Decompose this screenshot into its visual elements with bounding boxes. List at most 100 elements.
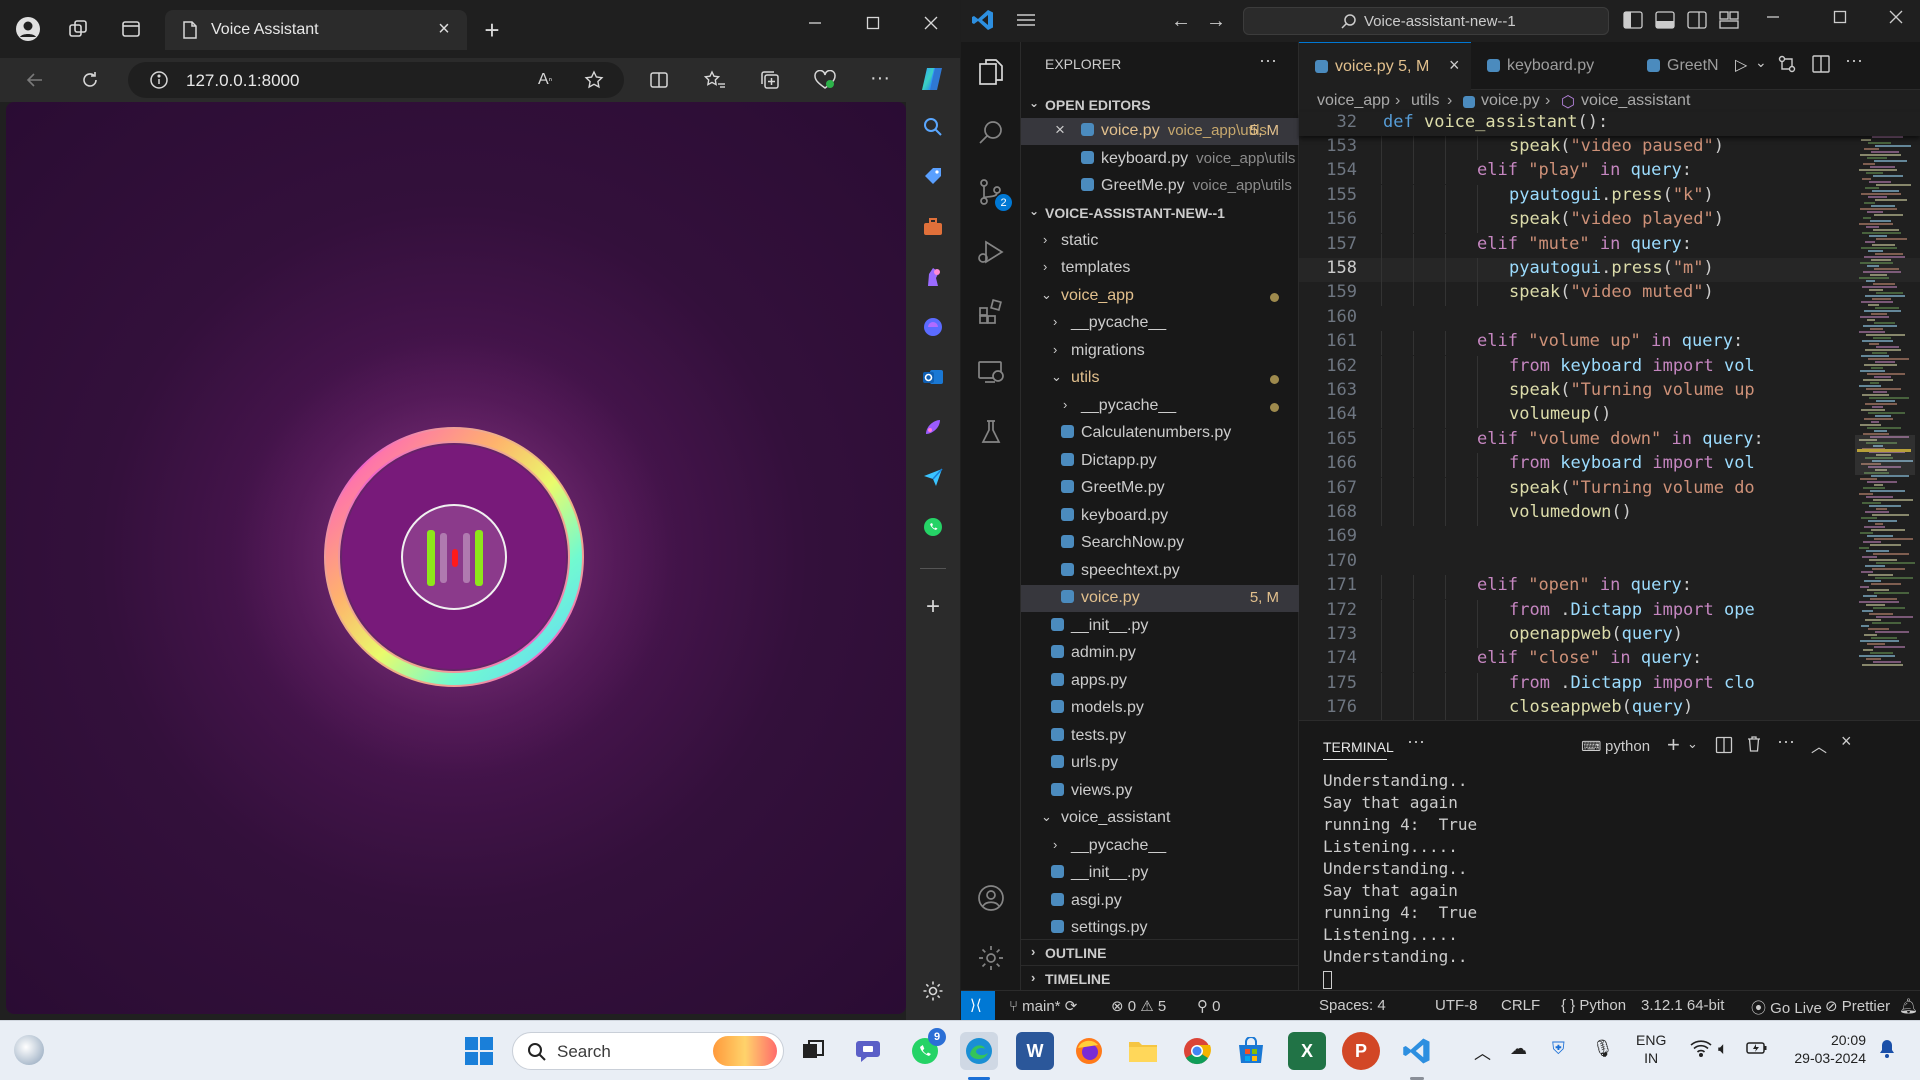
terminal-shell-label[interactable]: python <box>1605 738 1650 755</box>
tree-file[interactable]: __init__.py <box>1021 860 1299 887</box>
breadcrumb-folder[interactable]: utils <box>1411 92 1439 110</box>
outline-section[interactable]: › OUTLINE <box>1021 939 1299 965</box>
editor-tab[interactable]: GreetN <box>1631 42 1731 90</box>
close-tab-icon[interactable]: × <box>431 16 457 42</box>
sticky-scroll-line[interactable]: 32 def voice_assistant(): <box>1299 112 1920 136</box>
golive-status[interactable]: ⦿ Go Live <box>1751 997 1822 1018</box>
more-options-icon[interactable]: ··· <box>865 63 895 93</box>
microphone-icon[interactable]: 🎙︎ <box>1592 1039 1614 1059</box>
show-hidden-icons-icon[interactable]: ︿ <box>1474 1039 1491 1064</box>
code-line[interactable]: 161 elif "volume up" in query: <box>1299 331 1920 356</box>
toggle-panel-icon[interactable] <box>1655 11 1675 34</box>
maximize-panel-icon[interactable]: ︿ <box>1811 733 1827 757</box>
code-line[interactable]: 160 <box>1299 307 1920 331</box>
indent-status[interactable]: Spaces: 4 <box>1319 997 1386 1014</box>
toggle-primary-sidebar-icon[interactable] <box>1623 11 1643 34</box>
send-icon[interactable] <box>918 462 948 492</box>
profile-icon[interactable] <box>13 14 43 44</box>
code-line[interactable]: 170 <box>1299 551 1920 575</box>
menu-icon[interactable] <box>1015 10 1037 35</box>
open-editor-item[interactable]: keyboard.py voice_app\utils <box>1021 146 1299 173</box>
favorites-icon[interactable] <box>700 65 730 95</box>
tree-folder[interactable]: ⌄ voice_app <box>1021 283 1299 310</box>
more-actions-icon[interactable]: ··· <box>1845 50 1863 71</box>
terminal-more-icon[interactable]: ··· <box>1777 731 1795 752</box>
task-view-icon[interactable] <box>794 1032 832 1070</box>
tab-actions-icon[interactable] <box>116 14 146 44</box>
code-line[interactable]: 162 from keyboard import vol <box>1299 355 1920 380</box>
notification-center-icon[interactable] <box>1878 1039 1896 1064</box>
maximize-icon[interactable] <box>858 8 888 38</box>
tree-folder[interactable]: › __pycache__ <box>1021 833 1299 860</box>
start-button[interactable] <box>464 1036 494 1071</box>
tree-folder[interactable]: › __pycache__ <box>1021 393 1299 420</box>
tree-folder[interactable]: › templates <box>1021 255 1299 282</box>
eol-status[interactable]: CRLF <box>1501 997 1540 1014</box>
file-explorer-icon[interactable] <box>1124 1032 1162 1070</box>
close-window-icon[interactable] <box>1889 10 1903 29</box>
tree-file[interactable]: SearchNow.py <box>1021 530 1299 557</box>
tree-file[interactable]: models.py <box>1021 695 1299 722</box>
tree-file[interactable]: keyboard.py <box>1021 503 1299 530</box>
run-debug-icon[interactable] <box>971 232 1011 272</box>
favorite-star-icon[interactable] <box>579 65 609 95</box>
tree-folder[interactable]: › migrations <box>1021 338 1299 365</box>
remote-explorer-icon[interactable] <box>971 352 1011 392</box>
code-line[interactable]: 164 volumeup() <box>1299 404 1920 429</box>
teams-chat-icon[interactable] <box>850 1032 888 1070</box>
chevron-down-icon[interactable]: ⌄ <box>1755 54 1767 71</box>
customize-layout-icon[interactable] <box>1719 11 1739 34</box>
tree-file[interactable]: Calculatenumbers.py <box>1021 420 1299 447</box>
terminal-tab[interactable]: TERMINAL <box>1323 739 1394 755</box>
sidebar-settings-icon[interactable] <box>918 976 948 1006</box>
back-icon[interactable] <box>20 65 50 95</box>
code-line[interactable]: 171 elif "open" in query: <box>1299 575 1920 600</box>
read-aloud-icon[interactable]: Aⁿ <box>530 65 560 95</box>
tree-file[interactable]: settings.py <box>1021 915 1299 942</box>
whatsapp-taskbar-icon[interactable]: 9 <box>906 1028 946 1070</box>
open-editor-item[interactable]: × voice.py voice_app\utils 5, M <box>1021 118 1299 145</box>
add-sidebar-app-icon[interactable]: + <box>918 592 948 622</box>
prettier-status[interactable]: ⊘ Prettier <box>1825 997 1890 1015</box>
close-editor-icon[interactable]: × <box>1055 120 1065 140</box>
designer-icon[interactable] <box>918 412 948 442</box>
encoding-status[interactable]: UTF-8 <box>1435 997 1478 1014</box>
microsoft-store-icon[interactable] <box>1232 1032 1270 1070</box>
tree-file[interactable]: Dictapp.py <box>1021 448 1299 475</box>
close-window-icon[interactable] <box>916 8 946 38</box>
terminal-output[interactable]: Understanding.. Say that again running 4: … <box>1323 771 1477 989</box>
code-line[interactable]: 163 speak("Turning volume up <box>1299 380 1920 404</box>
editor-tab[interactable]: keyboard.py <box>1471 42 1631 90</box>
code-line[interactable]: 167 speak("Turning volume do <box>1299 477 1920 502</box>
source-control-icon[interactable]: 2 <box>971 172 1012 212</box>
toggle-secondary-sidebar-icon[interactable] <box>1687 11 1707 34</box>
explorer-more-icon[interactable]: ··· <box>1259 50 1277 71</box>
wifi-icon[interactable] <box>1690 1039 1712 1062</box>
tree-file[interactable]: views.py <box>1021 778 1299 805</box>
search-icon[interactable] <box>918 112 948 142</box>
tree-file[interactable]: GreetMe.py <box>1021 475 1299 502</box>
command-center-search[interactable]: Voice-assistant-new--1 <box>1243 7 1609 35</box>
interpreter-status[interactable]: 3.12.1 64-bit <box>1641 997 1724 1014</box>
open-editor-item[interactable]: GreetMe.py voice_app\utils <box>1021 173 1299 200</box>
close-panel-icon[interactable]: × <box>1841 731 1852 752</box>
trash-icon[interactable] <box>1745 735 1763 758</box>
copilot-sidebar-icon[interactable] <box>918 312 948 342</box>
chevron-down-icon[interactable]: ⌄ <box>1687 736 1698 752</box>
code-line[interactable]: 165 elif "volume down" in query: <box>1299 428 1920 453</box>
code-line[interactable]: 154 elif "play" in query: <box>1299 160 1920 185</box>
testing-icon[interactable] <box>971 412 1011 452</box>
site-info-icon[interactable] <box>144 65 174 95</box>
code-line[interactable]: 175 from .Dictapp import clo <box>1299 672 1920 697</box>
close-tab-icon[interactable]: × <box>1449 55 1460 76</box>
code-line[interactable]: 174 elif "close" in query: <box>1299 648 1920 673</box>
clock[interactable]: 20:09 29-03-2024 <box>1782 1031 1866 1067</box>
browser-essentials-icon[interactable] <box>810 65 840 95</box>
tools-icon[interactable] <box>918 212 948 242</box>
branch-status[interactable]: ⑂ main* ⟳ <box>1009 997 1077 1015</box>
new-tab-icon[interactable]: + <box>477 15 507 45</box>
tree-folder[interactable]: ⌄ utils <box>1021 365 1299 392</box>
code-line[interactable]: 156 speak("video played") <box>1299 209 1920 234</box>
maximize-icon[interactable] <box>1833 10 1847 29</box>
new-terminal-icon[interactable]: + <box>1667 732 1680 758</box>
